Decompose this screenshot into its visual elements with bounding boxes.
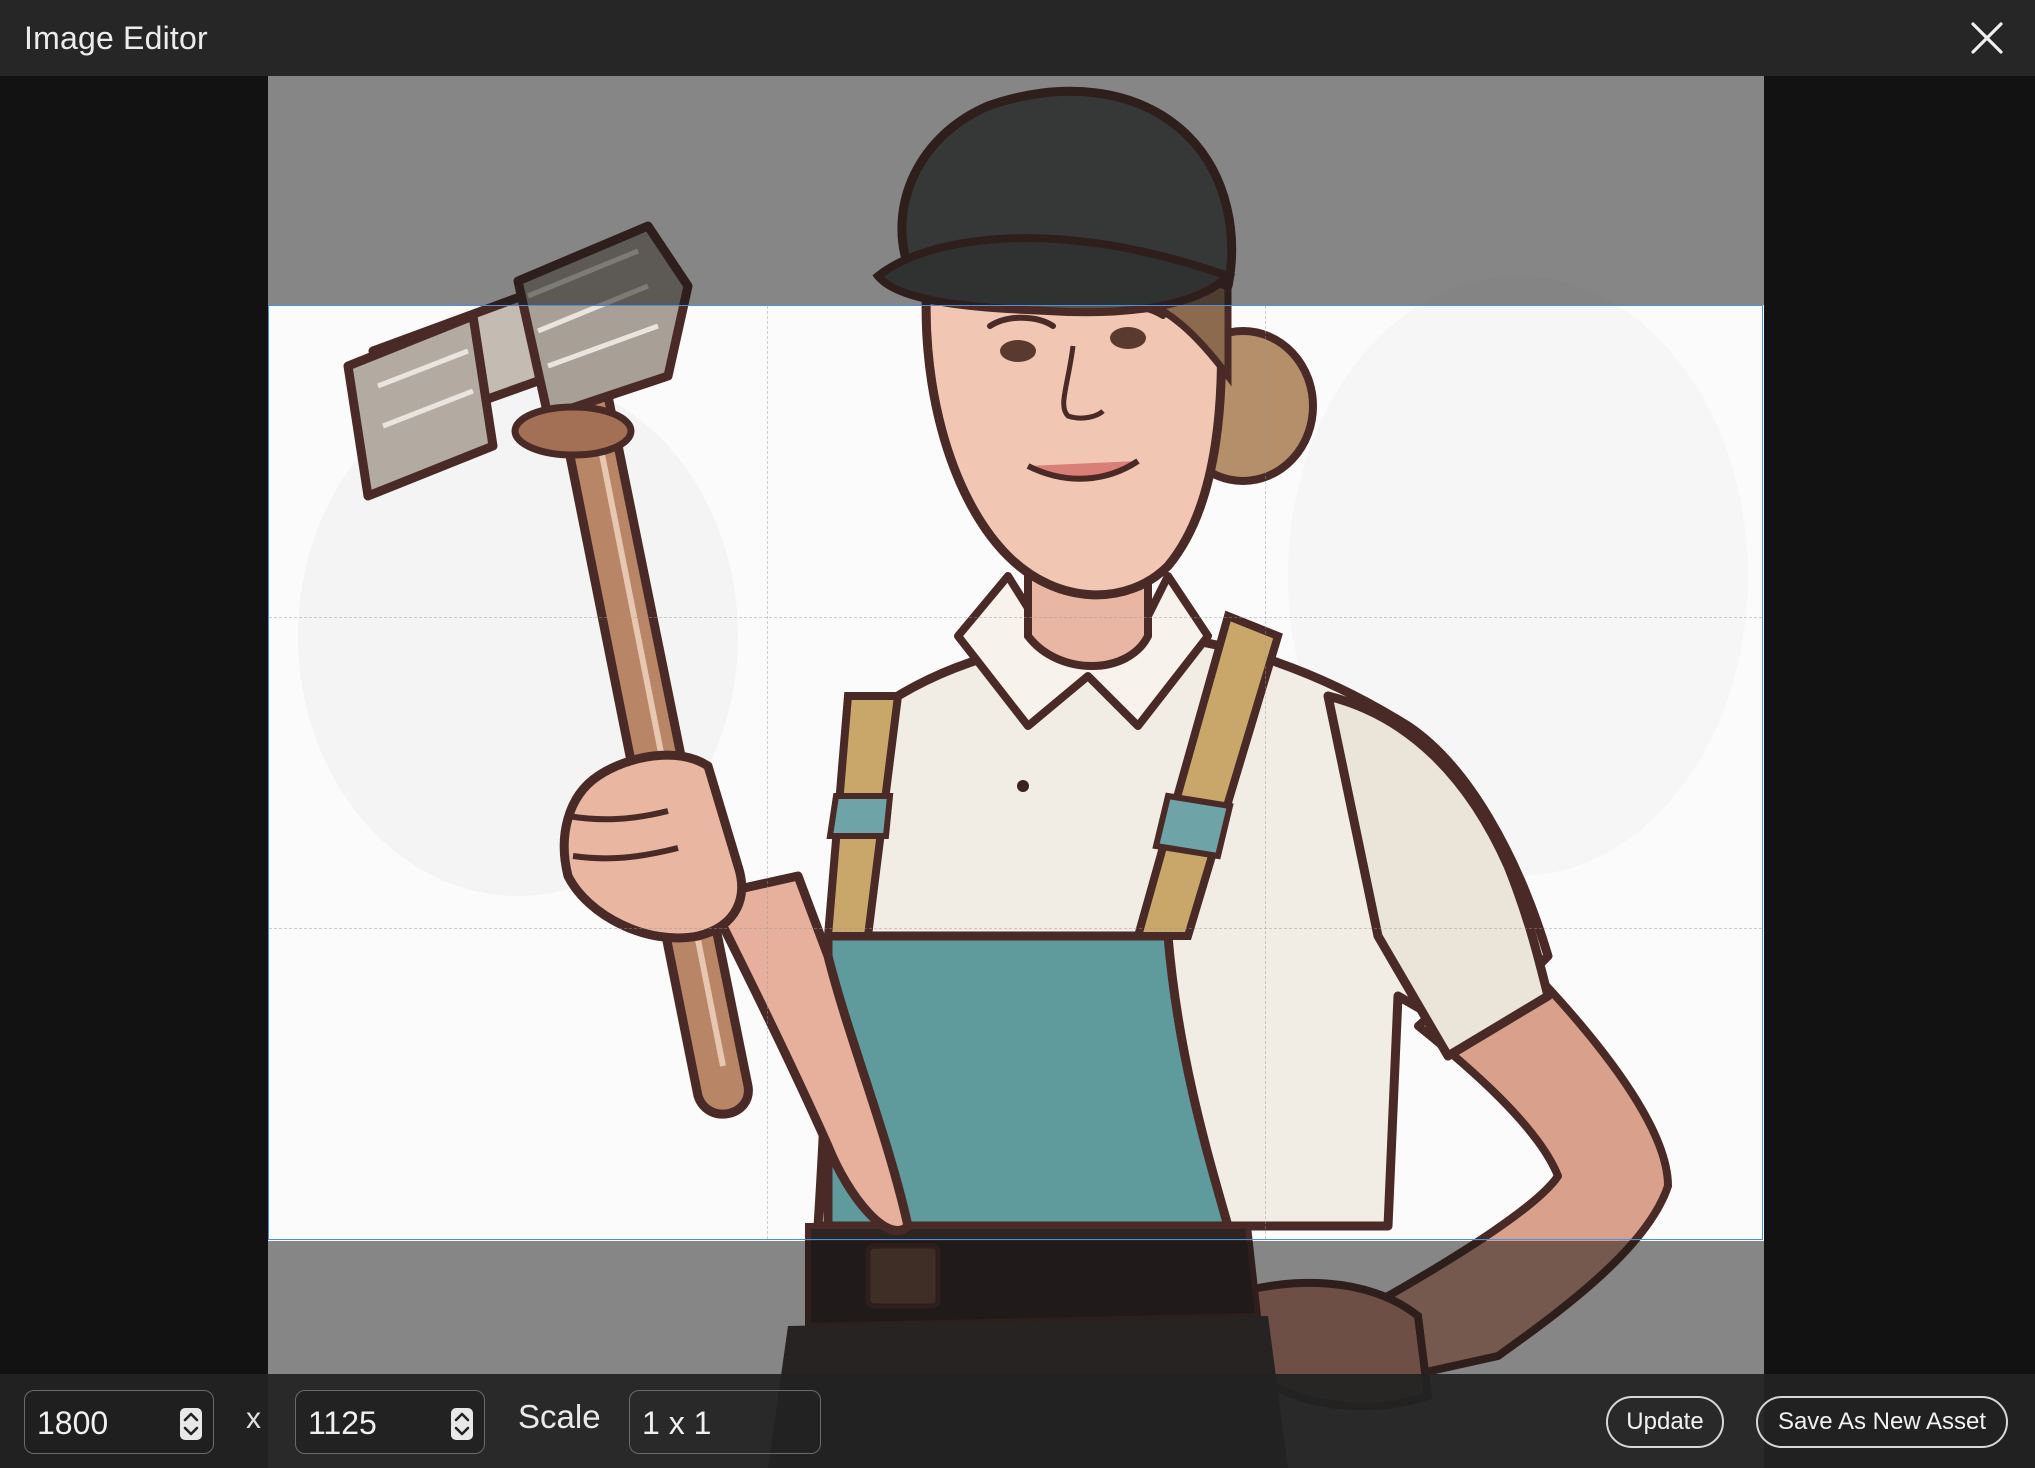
height-field[interactable] xyxy=(295,1390,485,1454)
scale-field[interactable] xyxy=(629,1390,821,1454)
title-bar: Image Editor xyxy=(0,0,2035,76)
close-button[interactable] xyxy=(1965,16,2009,60)
window-title: Image Editor xyxy=(24,19,208,56)
height-input[interactable] xyxy=(306,1399,440,1447)
update-button[interactable]: Update xyxy=(1606,1396,1724,1448)
crop-grid-line xyxy=(269,928,1762,929)
editor-toolbar: x Scale Update Save As New Asset xyxy=(0,1374,2035,1468)
image-editor-window: Image Editor 1800 x 1125 Scale 1 x 1 Upd… xyxy=(0,0,2035,1468)
width-input[interactable] xyxy=(35,1399,169,1447)
stepper-icon[interactable] xyxy=(450,1407,474,1441)
crop-grid-line xyxy=(269,617,1762,618)
dimension-separator: x xyxy=(246,1402,261,1435)
scale-label: Scale xyxy=(518,1398,601,1435)
crop-grid-line xyxy=(767,306,768,1239)
save-as-new-asset-button[interactable]: Save As New Asset xyxy=(1756,1396,2008,1448)
crop-mask-bottom xyxy=(268,1241,1764,1374)
scale-input[interactable] xyxy=(640,1399,814,1447)
close-icon xyxy=(1971,22,2003,54)
crop-grid-line xyxy=(1265,306,1266,1239)
crop-selection[interactable] xyxy=(268,305,1763,1240)
crop-mask-top xyxy=(268,76,1764,305)
width-field[interactable] xyxy=(24,1390,214,1454)
stepper-icon[interactable] xyxy=(179,1407,203,1441)
